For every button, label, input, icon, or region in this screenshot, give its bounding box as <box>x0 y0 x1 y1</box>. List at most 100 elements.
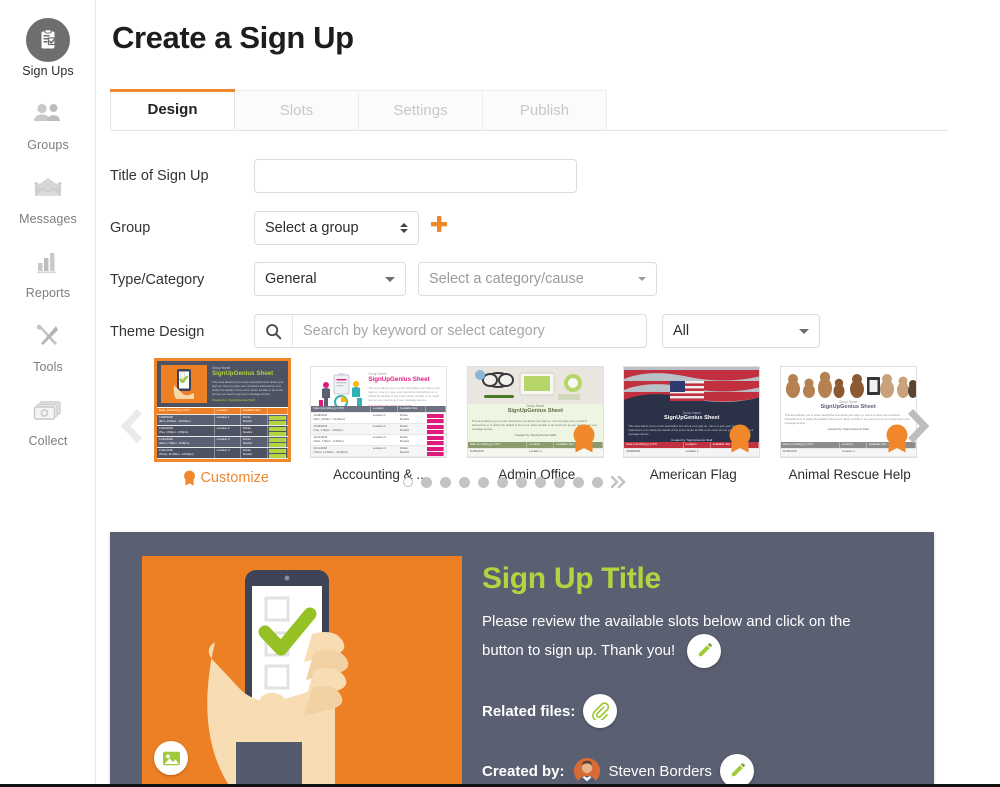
theme-thumbnail[interactable]: Group Name SignUpGenius Sheet This area … <box>466 358 611 486</box>
theme-search-box[interactable] <box>254 314 647 348</box>
sidebar-label-reports: Reports <box>25 286 71 300</box>
sidebar-label-groups: Groups <box>27 138 69 152</box>
app-root: Sign Ups Groups Messages Reports Tools C… <box>0 0 1000 787</box>
paperclip-icon <box>592 702 610 720</box>
sidebar-label-tools: Tools <box>33 360 63 374</box>
group-select[interactable]: Select a group <box>254 211 419 245</box>
theme-carousel: Group Name SignUpGenius Sheet This area … <box>96 358 1000 528</box>
carousel-prev-button[interactable] <box>114 404 148 448</box>
tab-publish[interactable]: Publish <box>482 90 607 130</box>
preview-title: Sign Up Title <box>482 562 661 595</box>
group-select-value: Select a group <box>265 220 359 236</box>
left-sidebar: Sign Ups Groups Messages Reports Tools C… <box>0 0 96 787</box>
sidebar-icon-wrap <box>0 388 96 432</box>
pagination-dot[interactable] <box>516 476 527 488</box>
pagination-next-page-button[interactable] <box>610 475 627 489</box>
american-flag-photo <box>624 367 760 411</box>
tab-settings[interactable]: Settings <box>358 90 483 130</box>
theme-thumbnail-image: Group Name SignUpGenius Sheet This area … <box>623 366 761 458</box>
sidebar-item-sign-ups[interactable]: Sign Ups <box>0 18 96 78</box>
sidebar-label-messages: Messages <box>19 212 77 226</box>
sidebar-icon-wrap <box>0 18 96 62</box>
wrench-screwdriver-icon <box>36 324 58 345</box>
theme-thumbnail-image: Group Name SignUpGenius Sheet This area … <box>779 366 917 458</box>
theme-thumbnail-list: Group Name SignUpGenius Sheet This area … <box>154 358 924 486</box>
image-icon <box>162 751 180 765</box>
tab-settings-label: Settings <box>393 102 448 119</box>
sidebar-item-messages[interactable]: Messages <box>0 166 96 226</box>
title-input[interactable] <box>254 159 577 193</box>
pagination-dot[interactable] <box>459 476 470 488</box>
sidebar-item-collect[interactable]: Collect <box>0 388 96 448</box>
theme-filter-value: All <box>673 323 690 339</box>
pagination-dot[interactable] <box>440 476 451 488</box>
theme-thumbnail-image: Group Name SignUpGenius Sheet This area … <box>310 366 448 458</box>
pagination-dot[interactable] <box>478 476 489 488</box>
envelope-icon <box>34 178 62 196</box>
dogs-photo <box>780 367 916 399</box>
sidebar-item-groups[interactable]: Groups <box>0 92 96 152</box>
add-group-button[interactable] <box>429 214 449 238</box>
theme-filter-select[interactable]: All <box>662 314 820 348</box>
tab-design[interactable]: Design <box>110 89 235 130</box>
tab-publish-label: Publish <box>519 102 570 119</box>
pagination-dot[interactable] <box>535 476 546 488</box>
tab-design-label: Design <box>147 101 198 118</box>
label-group: Group <box>110 220 151 236</box>
related-files-row: Related files: <box>482 694 912 728</box>
sidebar-label-collect: Collect <box>28 434 68 448</box>
edit-image-button[interactable] <box>154 741 188 775</box>
theme-thumbnail[interactable]: Group Name SignUpGenius Sheet This area … <box>623 358 767 486</box>
people-icon <box>34 103 60 121</box>
pagination-dot[interactable] <box>592 476 603 488</box>
preview-body: Sign Up Title Please review the availabl… <box>482 562 912 787</box>
label-theme-design: Theme Design <box>110 324 205 340</box>
created-by-name: Steven Borders <box>608 762 712 780</box>
created-by-label: Created by: <box>482 762 565 780</box>
theme-thumbnail-image: Group Name SignUpGenius Sheet This area … <box>154 358 291 462</box>
phone-hand-icon <box>173 369 194 399</box>
pagination-dot[interactable] <box>421 476 432 488</box>
type-select-value: General <box>265 271 317 287</box>
edit-creator-button[interactable] <box>719 754 754 787</box>
accounting-illustration <box>319 373 363 409</box>
chevron-down-icon <box>799 328 809 334</box>
sidebar-icon-wrap <box>0 92 96 136</box>
sidebar-item-tools[interactable]: Tools <box>0 314 96 374</box>
label-type-category: Type/Category <box>110 272 205 288</box>
phone-checklist-illustration <box>142 556 462 787</box>
related-files-label: Related files: <box>482 702 576 720</box>
type-select[interactable]: General <box>254 262 406 296</box>
theme-thumbnail[interactable]: Group Name SignUpGenius Sheet This area … <box>154 358 298 486</box>
category-select-value: Select a category/cause <box>429 271 584 287</box>
carousel-pagination <box>96 475 934 489</box>
label-title-of-sign-up: Title of Sign Up <box>110 168 209 184</box>
search-icon <box>255 315 293 347</box>
carousel-next-button[interactable] <box>902 404 936 448</box>
double-chevron-right-icon <box>610 475 626 489</box>
avatar <box>573 758 600 784</box>
pagination-dot[interactable] <box>554 476 565 488</box>
chevron-down-icon <box>385 276 395 282</box>
theme-thumbnail-image: Group Name SignUpGenius Sheet This area … <box>466 366 604 458</box>
page-title: Create a Sign Up <box>112 20 354 55</box>
preview-description: Please review the available slots below … <box>482 613 851 659</box>
add-attachment-button[interactable] <box>583 694 618 728</box>
signup-preview-panel: Sign Up Title Please review the availabl… <box>110 532 934 787</box>
sidebar-label-sign-ups: Sign Ups <box>22 64 74 78</box>
tab-slots[interactable]: Slots <box>234 90 359 130</box>
pencil-icon <box>730 763 745 777</box>
sidebar-icon-wrap <box>0 240 96 284</box>
sidebar-icon-wrap <box>0 314 96 358</box>
category-select[interactable]: Select a category/cause <box>418 262 657 296</box>
pagination-dot-active[interactable] <box>403 477 413 487</box>
chevron-right-icon <box>908 409 930 443</box>
edit-description-button[interactable] <box>687 634 722 668</box>
theme-thumbnail[interactable]: Group Name SignUpGenius Sheet This area … <box>310 358 454 486</box>
chevron-down-icon <box>638 277 646 281</box>
sidebar-item-reports[interactable]: Reports <box>0 240 96 300</box>
theme-search-input[interactable] <box>293 323 646 339</box>
pagination-dot[interactable] <box>497 476 508 488</box>
pagination-dot[interactable] <box>573 476 584 488</box>
preview-header-image[interactable] <box>142 556 462 787</box>
